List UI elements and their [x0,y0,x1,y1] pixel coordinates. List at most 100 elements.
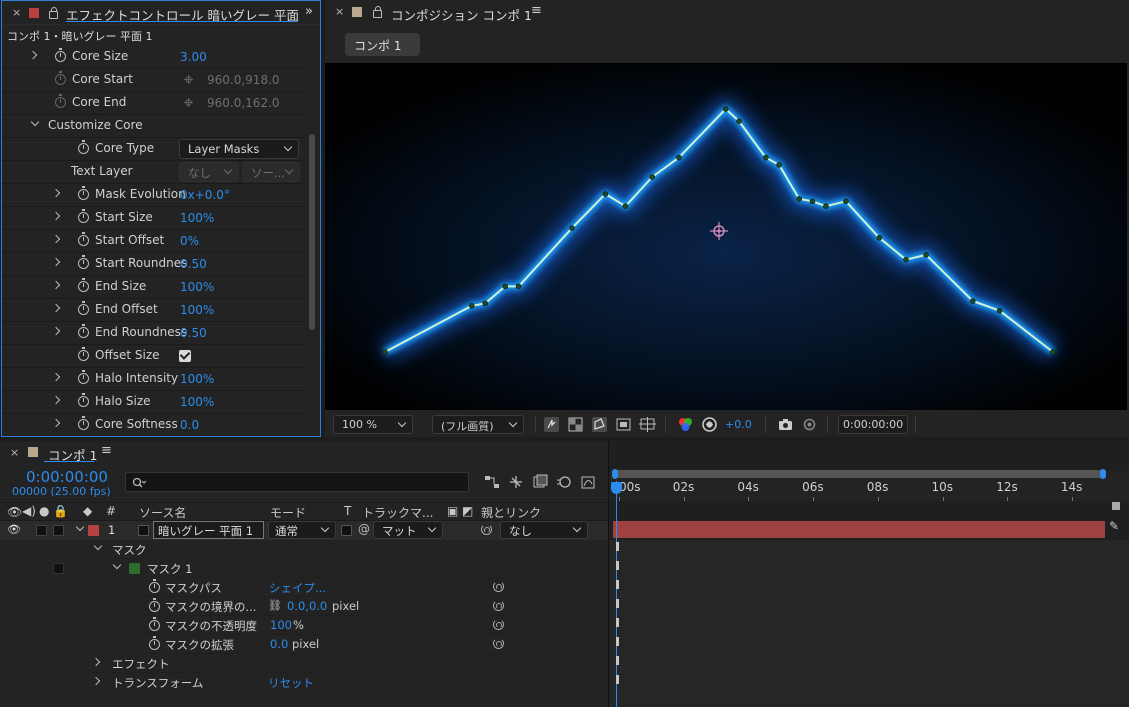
column-parent-link[interactable]: 親とリンク [481,504,541,521]
column-mode[interactable]: モード [270,504,306,521]
panel-overflow-icon[interactable]: » [305,4,313,19]
prop-halo-intensity[interactable]: Halo Intensity 100% [2,368,305,391]
close-tab-icon[interactable]: × [12,6,21,19]
expand-chevron-icon[interactable] [51,188,61,198]
column-t[interactable]: T [344,504,351,518]
expression-pick-whip-icon[interactable] [493,619,504,630]
lock-icon[interactable] [49,7,58,19]
stopwatch-icon[interactable] [55,48,66,62]
prop-end-roundness[interactable]: End Roundness 0.50 [2,322,305,345]
link-constrain-icon[interactable]: ⛓ [268,599,282,612]
mask-vertex[interactable] [923,252,929,258]
mask-vertex[interactable] [469,303,475,309]
close-tab-icon[interactable]: × [335,5,344,18]
stopwatch-icon[interactable] [78,301,89,315]
matte-invert-icon[interactable]: ▣ [447,504,458,518]
expand-chevron-icon[interactable] [51,418,61,428]
stopwatch-icon[interactable] [78,255,89,269]
collapse-chevron-icon[interactable] [112,560,122,570]
stopwatch-icon[interactable] [78,186,89,200]
transparency-grid-icon[interactable] [567,416,584,433]
current-time-display[interactable]: 0:00:00:00 [838,415,908,434]
prop-row-mask-path[interactable]: マスクパス シェイプ... [0,578,608,597]
expand-chevron-icon[interactable] [51,326,61,336]
mask-vertex[interactable] [515,283,522,290]
prop-end-size[interactable]: End Size 100% [2,276,305,299]
track-matte-dropdown[interactable]: マット [373,521,443,539]
prop-value[interactable]: 0x+0.0° [180,188,230,202]
expand-chevron-icon[interactable] [51,280,61,290]
expand-chevron-icon[interactable] [91,676,101,686]
stopwatch-icon[interactable] [78,324,89,338]
transform-reset-link[interactable]: リセット [268,675,314,691]
graph-editor-icon[interactable] [580,474,596,490]
layer-label-color[interactable] [88,525,99,536]
pick-whip-icon[interactable]: @ [358,522,370,536]
prop-row-mask-expansion[interactable]: マスクの拡張 0.0 pixel [0,635,608,654]
stopwatch-icon[interactable] [78,347,89,361]
mask-vertex[interactable] [762,154,769,161]
expand-chevron-icon[interactable] [51,257,61,267]
lock-icon[interactable] [373,6,382,18]
prop-value[interactable]: 0% [180,234,199,248]
collapse-chevron-icon[interactable] [93,541,103,551]
expand-chevron-icon[interactable] [51,303,61,313]
matte-alpha-icon[interactable]: ◩ [462,504,473,518]
mask-vertex[interactable] [796,196,803,202]
mask-vertex[interactable] [776,162,782,168]
group-row-effects[interactable]: エフェクト [0,654,608,673]
mask-vertex[interactable] [569,225,575,231]
solo-icon[interactable]: ● [39,504,49,518]
camera-snapshot-icon[interactable] [777,416,794,433]
label-tag-icon[interactable]: ◆ [83,504,92,518]
row-value[interactable]: 0.0 [270,637,288,651]
expand-chevron-icon[interactable] [51,234,61,244]
resolution-dropdown[interactable]: (フル画質) [432,415,524,434]
mask-vertex[interactable] [876,235,883,241]
eye-icon[interactable]: 👁 [7,523,21,536]
expand-chevron-icon[interactable] [51,395,61,405]
close-tab-icon[interactable]: × [10,446,19,459]
work-area-bar[interactable] [612,469,1106,479]
prop-value[interactable]: 0.0 [180,418,199,432]
row-value[interactable]: 0.0,0.0 [287,599,327,613]
expression-pick-whip-icon[interactable] [493,638,504,649]
stopwatch-icon[interactable] [78,370,89,384]
channels-icon[interactable] [677,416,694,433]
column-number[interactable]: # [106,504,116,518]
prop-row-mask-feather[interactable]: マスクの境界の... ⛓ 0.0,0.0 pixel [0,597,608,616]
parent-pick-whip-icon[interactable] [481,524,492,535]
stopwatch-icon[interactable] [78,416,89,430]
mask-vertex[interactable] [622,203,629,209]
grid-guides-icon[interactable] [639,416,656,433]
mask-vertex[interactable] [1050,349,1056,355]
expand-chevron-icon[interactable] [51,372,61,382]
composition-flow-tab[interactable]: コンポ 1 [345,33,420,56]
work-area-end-handle[interactable] [1100,469,1106,479]
row-value[interactable]: シェイプ... [269,580,326,596]
mask-visibility-icon[interactable] [591,416,608,433]
prop-core-size[interactable]: Core Size 3.00 [2,46,305,69]
stopwatch-icon[interactable] [78,393,89,407]
parent-dropdown[interactable]: なし [500,521,588,539]
column-source-name[interactable]: ソース名 [139,504,186,521]
mask-vertex[interactable] [676,154,682,161]
exposure-value[interactable]: +0.0 [725,418,752,431]
panel-menu-icon[interactable]: ≡ [531,3,542,18]
timeline-current-time[interactable]: 0:00:00:00 [26,468,108,486]
prop-value[interactable]: 100% [180,395,214,409]
expression-pick-whip-icon[interactable] [493,581,504,592]
mask-vertex[interactable] [809,198,816,205]
group-row-masks[interactable]: マスク [0,540,608,559]
playhead-line[interactable] [616,481,617,707]
pick-whip-brush-icon[interactable]: ✎ [1109,519,1119,533]
mask-vertex[interactable] [969,298,976,304]
prop-value[interactable]: 0.50 [180,257,207,271]
prop-start-offset[interactable]: Start Offset 0% [2,230,305,253]
prop-value[interactable]: 0.50 [180,326,207,340]
audio-icon[interactable]: ◀) [22,504,36,518]
prop-core-softness[interactable]: Core Softness 0.0 [2,414,305,436]
collapse-chevron-icon[interactable] [75,522,85,532]
region-of-interest-icon[interactable] [615,416,632,433]
mask-vertex[interactable] [649,174,656,180]
